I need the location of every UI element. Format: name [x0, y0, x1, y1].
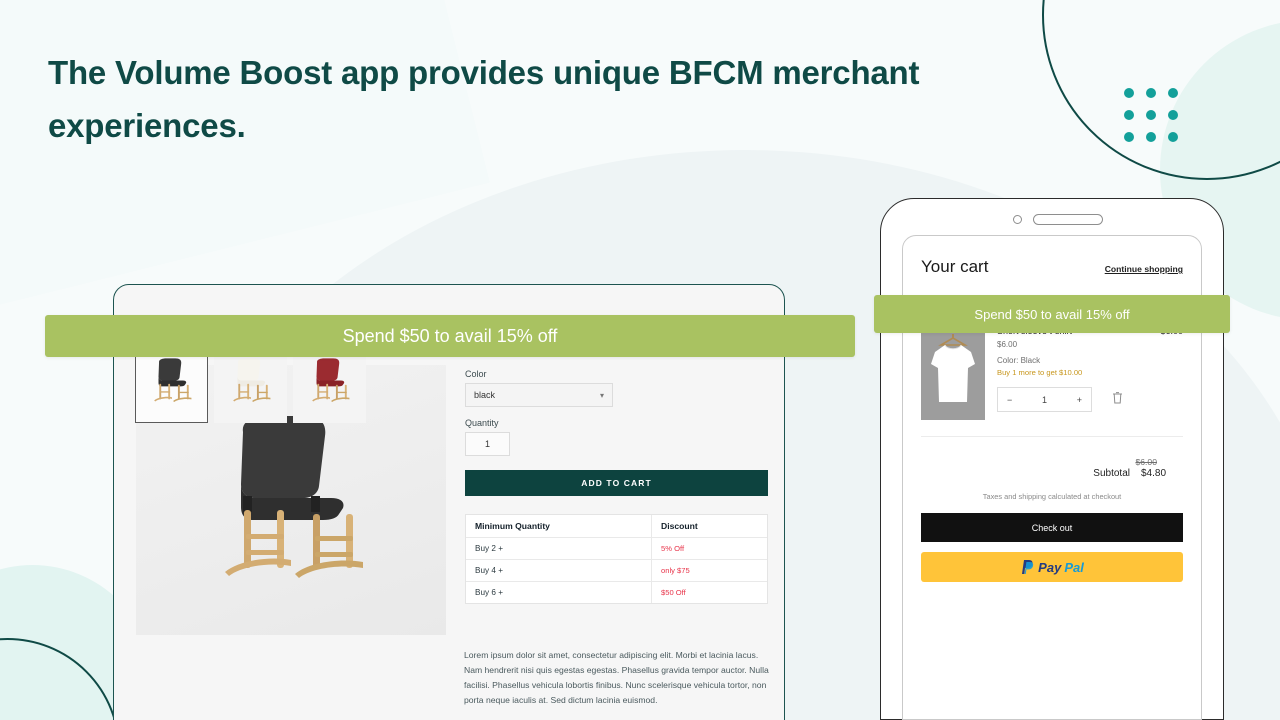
- row-discount: 5% Off: [661, 544, 685, 553]
- row-qty: Buy 4 +: [466, 560, 652, 581]
- col-minimum-quantity: Minimum Quantity: [466, 515, 652, 537]
- subtotal-discounted: $4.80: [1141, 468, 1167, 479]
- subtotal-label: Subtotal: [1093, 468, 1130, 479]
- checkout-button[interactable]: Check out: [921, 513, 1183, 542]
- paypal-p-glyph: [1022, 560, 1034, 574]
- row-qty: Buy 2 +: [466, 538, 652, 559]
- add-to-cart-button[interactable]: ADD TO CART: [465, 470, 768, 496]
- quantity-stepper[interactable]: − 1 +: [997, 387, 1092, 412]
- color-select[interactable]: black ▾: [465, 383, 613, 407]
- promo-banner-phone: Spend $50 to avail 15% off: [874, 295, 1230, 333]
- dot-grid-icon: [1124, 88, 1178, 142]
- color-select-value: black: [474, 390, 496, 400]
- col-discount: Discount: [661, 521, 698, 531]
- cart-item-variant: Color: Black: [997, 356, 1041, 365]
- product-description: Lorem ipsum dolor sit amet, consectetur …: [464, 650, 769, 705]
- rocking-chair-white-icon: [232, 357, 270, 402]
- cart-header: Your cart Continue shopping: [903, 236, 1201, 283]
- paypal-logo-icon: Pay Pal: [1020, 559, 1084, 575]
- table-header-row: Minimum Quantity Discount: [466, 515, 767, 538]
- trash-glyph: [1113, 391, 1122, 403]
- volume-discount-table: Minimum Quantity Discount Buy 2 + 5% Off…: [465, 514, 768, 604]
- quantity-value: 1: [1041, 394, 1047, 405]
- quantity-label: Quantity: [465, 418, 499, 428]
- tax-shipping-note: Taxes and shipping calculated at checkou…: [982, 492, 1122, 501]
- cart-totals: $6.00 Subtotal $4.80 Taxes and shipping …: [921, 437, 1183, 582]
- quantity-increase-button[interactable]: +: [1077, 395, 1082, 405]
- row-discount: only $75: [661, 566, 690, 575]
- cart-item-info: Short sleeve t-shirt $6.00 $6.00 Color: …: [985, 326, 1183, 420]
- quantity-decrease-button[interactable]: −: [1007, 395, 1012, 405]
- chevron-down-icon: ▾: [599, 390, 604, 400]
- color-label: Color: [465, 369, 487, 379]
- row-qty: Buy 6 +: [466, 582, 652, 603]
- table-row: Buy 4 + only $75: [466, 560, 767, 582]
- rocking-chair-red-icon: [311, 357, 349, 402]
- table-row: Buy 6 + $50 Off: [466, 582, 767, 603]
- quantity-input[interactable]: 1: [465, 432, 510, 456]
- paypal-button[interactable]: Pay Pal: [921, 552, 1183, 582]
- row-discount: $50 Off: [661, 588, 686, 597]
- continue-shopping-link[interactable]: Continue shopping: [1105, 264, 1183, 283]
- cart-item-upsell-message: Buy 1 more to get $10.00: [997, 368, 1083, 377]
- rocking-chair-black-icon: [153, 357, 191, 402]
- rocking-chair-illustration: [225, 416, 363, 578]
- tshirt-on-hanger-icon: [921, 326, 985, 420]
- promo-screenshot: The Volume Boost app provides unique BFC…: [0, 0, 1280, 720]
- table-row: Buy 2 + 5% Off: [466, 538, 767, 560]
- camera-dot-icon: [1013, 215, 1022, 224]
- cart-title: Your cart: [921, 257, 989, 276]
- cart-item-image[interactable]: [921, 326, 985, 420]
- trash-icon[interactable]: [1112, 391, 1123, 409]
- paypal-pal-text: Pal: [1064, 559, 1084, 575]
- speaker-slot-icon: [1033, 214, 1103, 225]
- promo-banner-tablet: Spend $50 to avail 15% off: [45, 315, 855, 357]
- subtotal-original: $6.00: [1135, 457, 1157, 467]
- page-title: The Volume Boost app provides unique BFC…: [48, 54, 920, 145]
- paypal-pay-text: Pay: [1038, 559, 1062, 575]
- cart-item-controls: − 1 +: [997, 387, 1183, 412]
- cart-item-unit-price: $6.00: [997, 340, 1018, 349]
